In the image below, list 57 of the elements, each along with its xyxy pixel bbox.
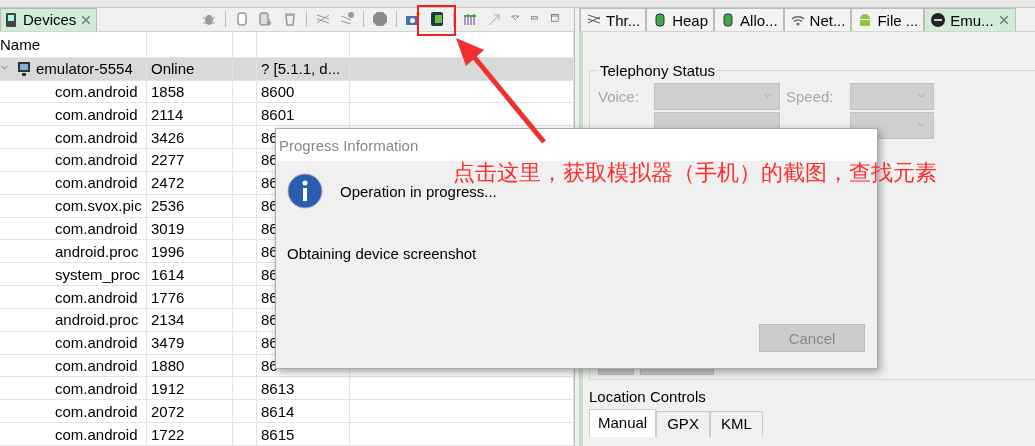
field-label: Speed: (786, 88, 835, 105)
table-cell: 8613 (257, 377, 350, 400)
table-cell: 1996 (147, 240, 233, 263)
table-cell: com.android (0, 377, 147, 400)
table-cell: com.android (0, 126, 147, 149)
group-title: Telephony Status (599, 62, 717, 79)
table-cell: com.android (0, 354, 147, 377)
table-cell: com.android (0, 331, 147, 354)
table-cell: 1858 (147, 80, 233, 103)
table-cell: 2114 (147, 103, 233, 126)
annotation-text: 点击这里，获取模拟器（手机）的截图，查找元素 (453, 159, 937, 187)
table-cell: 2536 (147, 194, 233, 217)
table-cell: 1776 (147, 286, 233, 308)
table-cell: android.proc (0, 308, 147, 331)
field-label: Voice: (598, 88, 640, 105)
table-cell: 2072 (147, 400, 233, 423)
table-cell: 1722 (147, 423, 233, 445)
table-cell: com.svox.pic (0, 194, 147, 217)
table-cell: 2277 (147, 149, 233, 171)
location-tab[interactable]: Manual (589, 409, 657, 437)
table-cell: 1880 (147, 354, 233, 377)
location-tab[interactable]: GPX (656, 411, 710, 437)
table-cell: com.android (0, 171, 147, 194)
view-tab[interactable]: Emu... (924, 8, 1016, 31)
view-tab[interactable]: File ... (851, 8, 925, 31)
table-cell: 3479 (147, 331, 233, 354)
section-title: Location Controls (589, 388, 707, 405)
view-tab[interactable]: Heap (646, 8, 715, 31)
dialog-title: Progress Information (276, 129, 877, 161)
table-cell: 2134 (147, 308, 233, 331)
devices-tab[interactable]: Devices (0, 8, 98, 31)
table-cell: 8600 (257, 80, 350, 103)
view-tab[interactable]: Thr... (580, 8, 647, 31)
table-cell: 2472 (147, 171, 233, 194)
table-cell: 1614 (147, 263, 233, 286)
table-cell: com.android (0, 149, 147, 171)
table-cell: 8615 (257, 423, 350, 445)
table-cell: android.proc (0, 240, 147, 263)
table-cell: 1912 (147, 377, 233, 400)
table-cell: 8601 (257, 103, 350, 126)
table-cell: ? [5.1.1, d... (257, 57, 350, 80)
table-cell: com.android (0, 103, 147, 126)
table-cell: com.android (0, 80, 147, 103)
table-cell: 3019 (147, 217, 233, 240)
table-cell: com.android (0, 286, 147, 308)
view-tab[interactable]: Allo... (714, 8, 784, 31)
device-name: emulator-5554 (36, 60, 133, 78)
location-tab[interactable]: KML (709, 411, 763, 437)
table-cell: 3426 (147, 126, 233, 149)
table-cell: system_proc (0, 263, 147, 286)
view-tab[interactable]: Net... (783, 8, 852, 31)
table-cell: 8614 (257, 400, 350, 423)
column-header[interactable]: Name (0, 31, 147, 57)
table-cell: com.android (0, 400, 147, 423)
table-cell: com.android (0, 217, 147, 240)
table-cell: com.android (0, 423, 147, 445)
table-cell: Online (147, 57, 233, 80)
